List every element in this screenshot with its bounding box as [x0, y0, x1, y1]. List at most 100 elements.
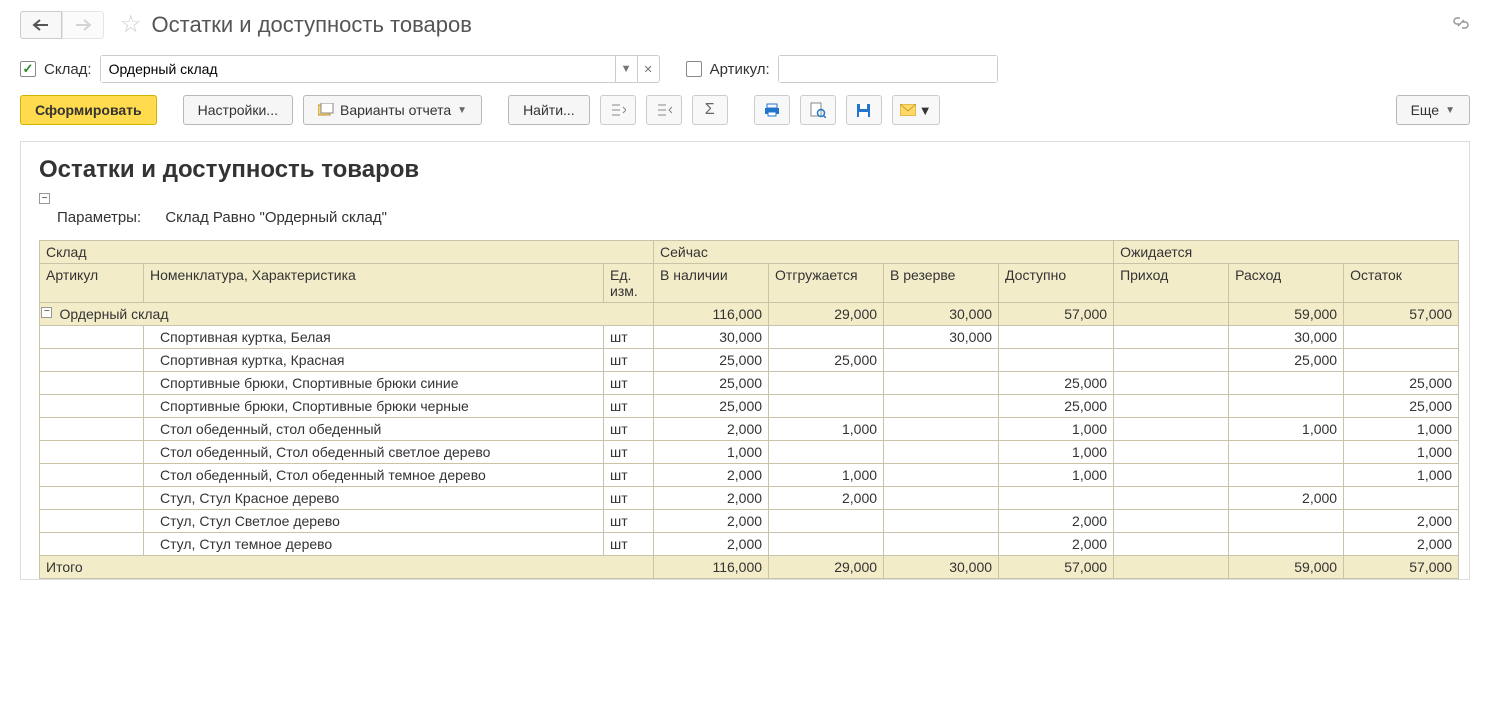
cell-otgruzhaetsya: 1,000 — [769, 418, 884, 441]
cell-artikul — [54, 349, 144, 372]
cell-artikul — [54, 464, 144, 487]
cell-v_rezerve — [884, 464, 999, 487]
cell-dostupno: 2,000 — [999, 533, 1114, 556]
cell-ostatok: 25,000 — [1344, 372, 1459, 395]
table-row[interactable]: Стол обеденный, Стол обеденный темное де… — [40, 464, 1459, 487]
artikul-filter-input[interactable] — [779, 56, 997, 82]
table-row[interactable]: Спортивные брюки, Спортивные брюки синие… — [40, 372, 1459, 395]
cell-dostupno: 25,000 — [999, 395, 1114, 418]
cell-otgruzhaetsya — [769, 533, 884, 556]
group-otgruzhaetsya: 29,000 — [769, 303, 884, 326]
cell-v_rezerve — [884, 349, 999, 372]
print-button[interactable] — [754, 95, 790, 125]
favorite-star-icon[interactable]: ☆ — [120, 10, 142, 39]
cell-v_nalichii: 2,000 — [654, 418, 769, 441]
table-row[interactable]: Стул, Стул Красное деревошт2,0002,0002,0… — [40, 487, 1459, 510]
cell-v_rezerve — [884, 510, 999, 533]
find-button[interactable]: Найти... — [508, 95, 590, 125]
params-toggle[interactable]: − — [39, 193, 50, 204]
cell-nomen: Спортивные брюки, Спортивные брюки черны… — [144, 395, 604, 418]
cell-artikul — [54, 372, 144, 395]
table-row[interactable]: Спортивные брюки, Спортивные брюки черны… — [40, 395, 1459, 418]
sklad-filter-combo[interactable]: ▼ ✕ — [100, 55, 660, 83]
cell-nomen: Стол обеденный, Стол обеденный темное де… — [144, 464, 604, 487]
artikul-filter-input-wrap[interactable] — [778, 55, 998, 83]
sum-button[interactable]: Σ — [692, 95, 728, 125]
cell-dostupno: 1,000 — [999, 464, 1114, 487]
group-v_nalichii: 116,000 — [654, 303, 769, 326]
cell-nomen: Стул, Стул Красное дерево — [144, 487, 604, 510]
cell-v_rezerve: 30,000 — [884, 326, 999, 349]
group-v_rezerve: 30,000 — [884, 303, 999, 326]
group-dostupno: 57,000 — [999, 303, 1114, 326]
magnifier-doc-icon — [810, 102, 826, 118]
cell-v_nalichii: 25,000 — [654, 372, 769, 395]
cell-ostatok: 2,000 — [1344, 533, 1459, 556]
cell-otgruzhaetsya — [769, 510, 884, 533]
collapse-groups-button[interactable] — [646, 95, 682, 125]
save-button[interactable] — [846, 95, 882, 125]
report-variants-button[interactable]: Варианты отчета ▼ — [303, 95, 482, 125]
sklad-clear-button[interactable]: ✕ — [637, 56, 659, 82]
cell-ostatok — [1344, 349, 1459, 372]
cell-v_rezerve — [884, 395, 999, 418]
col-artikul: Артикул — [40, 264, 144, 303]
nav-back-button[interactable] — [20, 11, 62, 39]
generate-button[interactable]: Сформировать — [20, 95, 157, 125]
cell-nomen: Стол обеденный, стол обеденный — [144, 418, 604, 441]
params-value: Склад Равно "Ордерный склад" — [165, 209, 387, 226]
arrow-left-icon — [32, 19, 50, 31]
total-label: Итого — [40, 556, 654, 579]
cell-v_nalichii: 2,000 — [654, 464, 769, 487]
report-variants-label: Варианты отчета — [340, 102, 451, 118]
artikul-filter-label: Артикул: — [710, 61, 770, 78]
cell-rashod: 2,000 — [1229, 487, 1344, 510]
cell-prihod — [1114, 464, 1229, 487]
col-sklad: Склад — [40, 241, 654, 264]
sklad-filter-input[interactable] — [101, 56, 615, 82]
cell-artikul — [54, 395, 144, 418]
cell-artikul — [54, 418, 144, 441]
cell-nomen: Спортивная куртка, Белая — [144, 326, 604, 349]
col-ostatok: Остаток — [1344, 264, 1459, 303]
settings-label: Настройки... — [198, 102, 278, 118]
cell-otgruzhaetsya — [769, 441, 884, 464]
cell-nomen: Стул, Стул Светлое дерево — [144, 510, 604, 533]
col-rashod: Расход — [1229, 264, 1344, 303]
cell-ostatok: 1,000 — [1344, 418, 1459, 441]
expand-groups-button[interactable] — [600, 95, 636, 125]
table-row[interactable]: Стол обеденный, Стол обеденный светлое д… — [40, 441, 1459, 464]
col-rezerv: В резерве — [884, 264, 999, 303]
find-label: Найти... — [523, 102, 575, 118]
more-button[interactable]: Еще ▼ — [1396, 95, 1470, 125]
cell-ed: шт — [604, 533, 654, 556]
link-icon[interactable] — [1452, 14, 1470, 32]
table-row[interactable]: Спортивная куртка, Краснаяшт25,00025,000… — [40, 349, 1459, 372]
table-row[interactable]: Стул, Стул Светлое деревошт2,0002,0002,0… — [40, 510, 1459, 533]
settings-button[interactable]: Настройки... — [183, 95, 293, 125]
preview-button[interactable] — [800, 95, 836, 125]
cell-v_nalichii: 1,000 — [654, 441, 769, 464]
cell-ostatok — [1344, 326, 1459, 349]
cell-otgruzhaetsya — [769, 395, 884, 418]
more-label: Еще — [1411, 102, 1440, 118]
nav-forward-button[interactable] — [62, 11, 104, 39]
group-toggle[interactable]: − — [41, 307, 52, 318]
chevron-down-icon: ▼ — [919, 103, 932, 118]
sklad-dropdown-button[interactable]: ▼ — [615, 56, 637, 82]
sklad-filter-checkbox[interactable]: ✓ — [20, 61, 36, 77]
col-dostupno: Доступно — [999, 264, 1114, 303]
table-row[interactable]: Стул, Стул темное деревошт2,0002,0002,00… — [40, 533, 1459, 556]
table-row[interactable]: Стол обеденный, стол обеденныйшт2,0001,0… — [40, 418, 1459, 441]
group-row[interactable]: −Ордерный склад116,00029,00030,00057,000… — [40, 303, 1459, 326]
send-email-button[interactable]: ▼ — [892, 95, 940, 125]
table-row[interactable]: Спортивная куртка, Белаяшт30,00030,00030… — [40, 326, 1459, 349]
sigma-icon: Σ — [705, 101, 715, 119]
group-ostatok: 57,000 — [1344, 303, 1459, 326]
cell-prihod — [1114, 441, 1229, 464]
cell-v_nalichii: 30,000 — [654, 326, 769, 349]
artikul-filter-checkbox[interactable] — [686, 61, 702, 77]
col-ozhidaetsya: Ожидается — [1114, 241, 1459, 264]
group-name: Ордерный склад — [54, 303, 654, 326]
total-prihod — [1114, 556, 1229, 579]
